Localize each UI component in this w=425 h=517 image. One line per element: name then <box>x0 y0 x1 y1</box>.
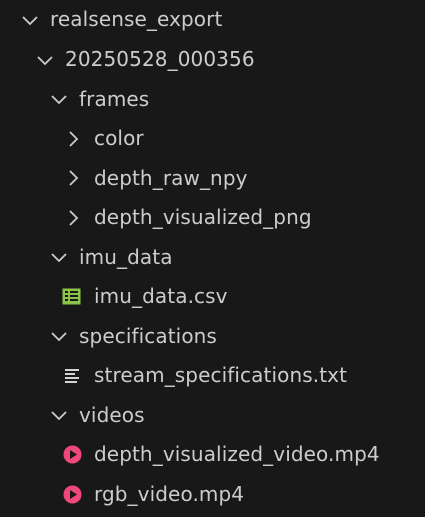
chevron-down-icon[interactable] <box>35 50 55 70</box>
tree-item-label: depth_visualized_png <box>94 205 312 229</box>
tree-item-color[interactable]: color <box>0 119 425 159</box>
tree-item-label: depth_raw_npy <box>94 165 248 190</box>
tree-item-stream-specifications-txt[interactable]: stream_specifications.txt <box>0 356 425 396</box>
text-lines-icon <box>63 366 83 386</box>
tree-item-label: 20250528_000356 <box>65 47 255 71</box>
csv-table-icon <box>61 287 81 307</box>
tree-item-specifications[interactable]: specifications <box>0 317 425 357</box>
tree-item-frames[interactable]: frames <box>0 80 425 120</box>
tree-item-label: videos <box>79 402 145 427</box>
tree-item-label: rgb_video.mp4 <box>94 481 245 506</box>
chevron-down-icon[interactable] <box>49 326 69 346</box>
tree-item-label: stream_specifications.txt <box>94 363 348 387</box>
chevron-right-icon[interactable] <box>63 129 83 149</box>
tree-item-depth-visualized-video-mp4[interactable]: depth_visualized_video.mp4 <box>0 435 425 475</box>
chevron-down-icon[interactable] <box>49 247 69 267</box>
tree-item-depth-raw-npy[interactable]: depth_raw_npy <box>0 159 425 199</box>
chevron-down-icon[interactable] <box>20 10 40 30</box>
tree-item-label: realsense_export <box>50 7 223 31</box>
chevron-right-icon[interactable] <box>63 168 83 188</box>
tree-item-videos[interactable]: videos <box>0 396 425 436</box>
file-explorer-tree: realsense_export 20250528_000356 frames … <box>0 0 425 517</box>
chevron-down-icon[interactable] <box>49 89 69 109</box>
tree-item-label: depth_visualized_video.mp4 <box>94 442 380 466</box>
chevron-right-icon[interactable] <box>63 208 83 228</box>
tree-item-label: imu_data.csv <box>94 284 228 308</box>
tree-item-imu-data-csv[interactable]: imu_data.csv <box>0 277 425 317</box>
tree-item-label: specifications <box>79 323 217 348</box>
chevron-down-icon[interactable] <box>49 405 69 425</box>
play-video-icon <box>62 484 82 504</box>
tree-item-label: imu_data <box>79 244 173 269</box>
tree-item-label: frames <box>79 86 150 111</box>
tree-item-session-folder[interactable]: 20250528_000356 <box>0 40 425 80</box>
tree-item-depth-visualized-png[interactable]: depth_visualized_png <box>0 198 425 238</box>
tree-item-label: color <box>94 126 144 150</box>
tree-item-realsense-export[interactable]: realsense_export <box>0 0 425 40</box>
tree-item-imu-data-folder[interactable]: imu_data <box>0 238 425 278</box>
tree-item-rgb-video-mp4[interactable]: rgb_video.mp4 <box>0 475 425 515</box>
play-video-icon <box>62 445 82 465</box>
